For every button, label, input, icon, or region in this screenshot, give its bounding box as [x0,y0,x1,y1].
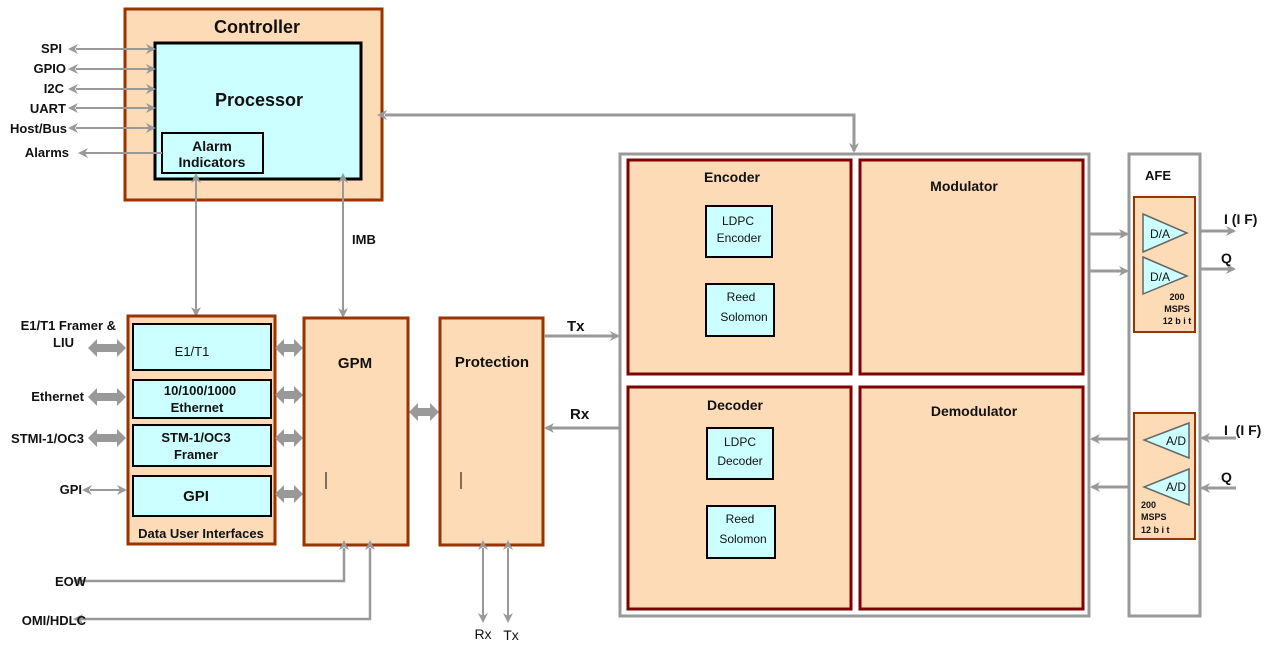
demodulator-block: Demodulator [858,385,1085,611]
bottom-tx-label: Tx [503,627,519,643]
ext-ethernet: Ethernet [31,389,84,404]
rs-encoder-line2: Solomon [720,310,767,324]
rs-decoder-line1: Reed [726,512,755,526]
encoder-title: Encoder [704,169,761,185]
dui-stm1-line2: Framer [174,447,218,462]
protection-title: Protection [455,354,529,371]
ext-gpi: GPI [60,482,82,497]
processor-title: Processor [215,90,303,110]
dac-i-label: D/A [1150,227,1170,241]
gpm-title: GPM [338,355,372,372]
block-diagram: Controller Processor Alarm Indicators SP… [10,7,1261,643]
adc-i-label: A/D [1166,434,1186,448]
io-label-uart: UART [30,101,66,116]
gpi-gpm-arrow [275,485,303,503]
bottom-rx-label: Rx [474,626,491,642]
dui-e1t1-label: E1/T1 [175,344,210,359]
io-label-spi: SPI [41,41,62,56]
controller-codec-link [377,110,859,153]
omi-hdlc-label: OMI/HDLC [22,613,87,628]
tx-label: Tx [567,318,585,335]
ext-stm1: STMI-1/OC3 [11,431,84,446]
decoder-title: Decoder [707,397,764,413]
data-user-interfaces-block: E1/T1 10/100/1000 Ethernet STM-1/OC3 Fra… [126,314,277,546]
ldpc-encoder-line2: Encoder [717,231,762,245]
e1t1-ext-arrow [88,339,126,357]
dui-stm1-line1: STM-1/OC3 [161,430,230,445]
encoder-block: Encoder LDPC Encoder Reed Solomon [626,158,853,376]
ldpc-encoder-line1: LDPC [722,214,754,228]
ext-e1t1-line2: LIU [53,335,74,350]
dui-gpi-label: GPI [183,488,209,505]
dac-spec-line3: 12 b i t [1163,316,1192,326]
dui-ethernet-line1: 10/100/1000 [164,383,236,398]
dui-title: Data User Interfaces [138,526,264,541]
ldpc-decoder-line1: LDPC [724,435,756,449]
dac-spec-line1: 200 [1169,292,1184,302]
io-label-alarms: Alarms [25,145,69,160]
afe-in-i-label: I (I F) [1224,422,1261,438]
modulator-title: Modulator [930,178,998,194]
dac-spec-line2: MSPS [1164,304,1190,314]
afe-out-q-label: Q [1221,250,1232,266]
stm1-ext-arrow [88,429,126,447]
adc-spec-line2: MSPS [1141,512,1167,522]
ext-e1t1-line1: E1/T1 Framer & [21,318,116,333]
ethernet-ext-arrow [88,388,126,406]
rs-decoder-line2: Solomon [719,532,766,546]
rx-label: Rx [570,406,590,423]
adc-q-label: A/D [1166,480,1186,494]
dui-ethernet-line2: Ethernet [171,400,224,415]
alarm-indicators-block: Alarm Indicators [161,132,264,174]
gpm-protection-arrow [409,403,439,421]
io-label-host-bus: Host/Bus [10,121,67,136]
eow-label: EOW [55,574,87,589]
omi-hdlc-link [73,540,375,624]
afe-title: AFE [1145,168,1171,183]
protection-block: Protection [438,316,545,547]
controller-title: Controller [214,17,300,37]
io-label-i2c: I2C [44,81,65,96]
eow-link [73,540,349,586]
afe-out-i-label: I (I F) [1224,211,1257,227]
dac-block: D/A D/A 200 MSPS 12 b i t [1133,196,1196,333]
e1t1-gpm-arrow [275,339,303,357]
imb-label: IMB [352,232,376,247]
controller-block: Controller Processor Alarm Indicators [123,7,384,202]
ethernet-gpm-arrow [275,386,303,404]
demodulator-title: Demodulator [931,403,1018,419]
alarm-indicators-line1: Alarm [192,138,232,154]
adc-spec-line1: 200 [1141,500,1156,510]
io-label-gpio: GPIO [33,61,66,76]
dac-q-label: D/A [1150,270,1170,284]
ldpc-decoder-line2: Decoder [717,454,762,468]
adc-block: A/D A/D 200 MSPS 12 b i t [1133,412,1196,540]
modulator-block: Modulator [858,158,1085,376]
gpm-block: GPM [302,316,410,547]
decoder-block: Decoder LDPC Decoder Reed Solomon [626,385,853,611]
rs-encoder-line1: Reed [727,290,756,304]
afe-in-q-label: Q [1221,469,1232,485]
adc-spec-line3: 12 b i t [1141,525,1170,535]
alarm-indicators-line2: Indicators [179,154,246,170]
stm1-gpm-arrow [275,429,303,447]
